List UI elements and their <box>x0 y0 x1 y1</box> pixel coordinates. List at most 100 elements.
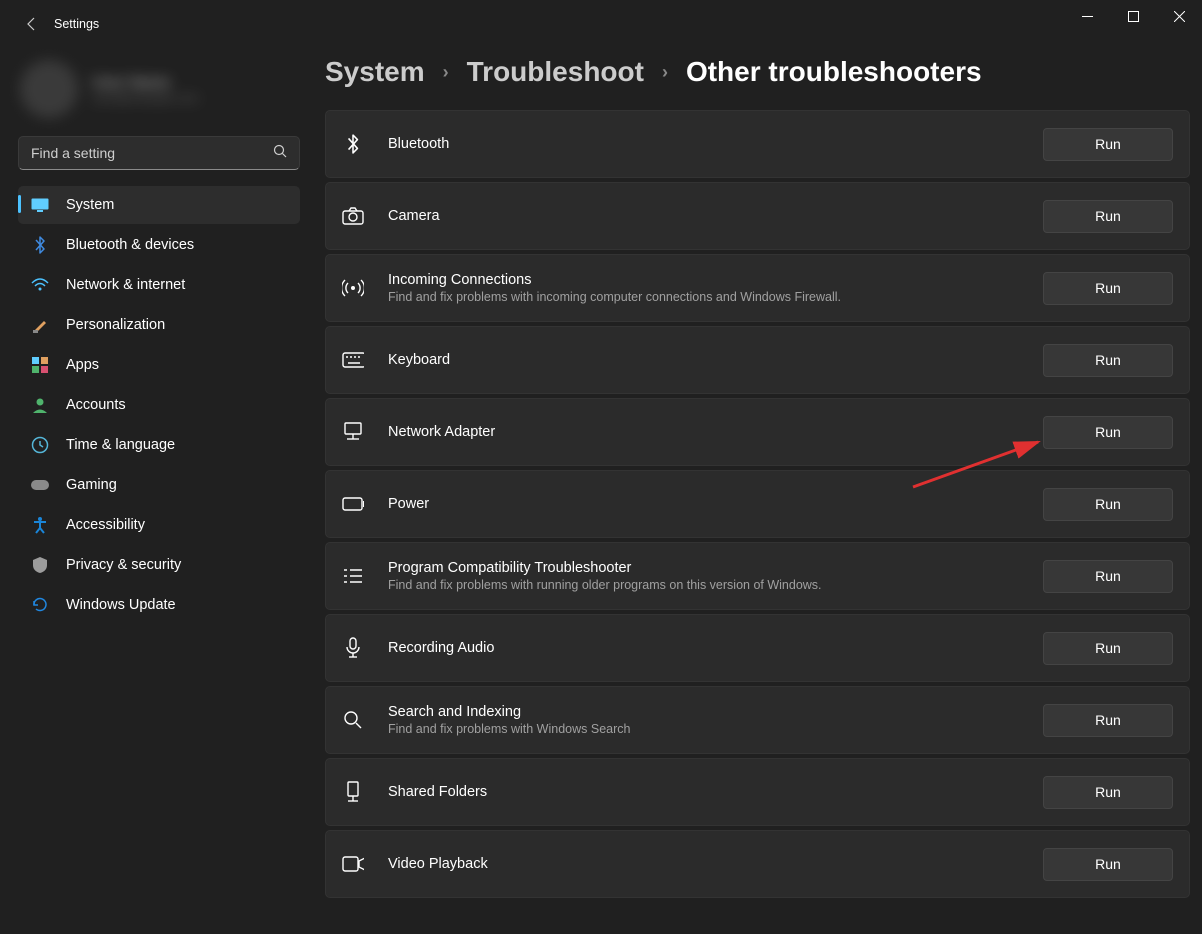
bluetooth-icon <box>30 235 50 255</box>
search-input[interactable] <box>18 136 300 170</box>
breadcrumb-system[interactable]: System <box>325 56 425 88</box>
run-button[interactable]: Run <box>1043 416 1173 449</box>
close-icon <box>1174 11 1185 22</box>
main-content: System › Troubleshoot › Other troublesho… <box>325 48 1190 934</box>
nav-list: System Bluetooth & devices Network & inter… <box>18 186 300 624</box>
nav-item-personalization[interactable]: Personalization <box>18 306 300 344</box>
camera-icon <box>342 205 364 227</box>
nav-label: Apps <box>66 357 99 373</box>
nav-label: Privacy & security <box>66 557 181 573</box>
troubleshooter-card: Search and Indexing Find and fix problems… <box>325 686 1190 754</box>
apps-icon <box>30 355 50 375</box>
network-icon <box>342 421 364 443</box>
accessibility-icon <box>30 515 50 535</box>
nav-item-network-internet[interactable]: Network & internet <box>18 266 300 304</box>
card-title: Search and Indexing <box>388 704 1043 720</box>
troubleshooter-card: BluetoothRun <box>325 110 1190 178</box>
nav-item-windows-update[interactable]: Windows Update <box>18 586 300 624</box>
window-title: Settings <box>54 17 99 31</box>
card-title: Camera <box>388 208 1043 224</box>
troubleshooter-card: PowerRun <box>325 470 1190 538</box>
troubleshooter-card: Recording AudioRun <box>325 614 1190 682</box>
clock-icon <box>30 435 50 455</box>
nav-item-privacy-security[interactable]: Privacy & security <box>18 546 300 584</box>
troubleshooter-list: BluetoothRunCameraRunIncoming Connection… <box>325 110 1190 898</box>
run-button[interactable]: Run <box>1043 488 1173 521</box>
mic-icon <box>342 637 364 659</box>
troubleshooter-card: Program Compatibility Troubleshooter Find… <box>325 542 1190 610</box>
update-icon <box>30 595 50 615</box>
brush-icon <box>30 315 50 335</box>
breadcrumb: System › Troubleshoot › Other troublesho… <box>325 56 1190 88</box>
profile-name: User Name <box>92 74 199 91</box>
run-button[interactable]: Run <box>1043 632 1173 665</box>
minimize-icon <box>1082 11 1093 22</box>
video-icon <box>342 853 364 875</box>
minimize-button[interactable] <box>1064 0 1110 32</box>
troubleshooter-card: Video PlaybackRun <box>325 830 1190 898</box>
card-description: Find and fix problems with incoming comp… <box>388 290 1043 304</box>
power-icon <box>342 493 364 515</box>
profile-block[interactable]: User Name user@example.com <box>8 48 310 130</box>
card-title: Recording Audio <box>388 640 1043 656</box>
card-title: Video Playback <box>388 856 1043 872</box>
maximize-button[interactable] <box>1110 0 1156 32</box>
card-title: Power <box>388 496 1043 512</box>
card-title: Network Adapter <box>388 424 1043 440</box>
list-icon <box>342 565 364 587</box>
nav-label: Time & language <box>66 437 175 453</box>
chevron-right-icon: › <box>443 62 449 83</box>
run-button[interactable]: Run <box>1043 560 1173 593</box>
run-button[interactable]: Run <box>1043 128 1173 161</box>
nav-label: Accessibility <box>66 517 145 533</box>
nav-label: Windows Update <box>66 597 176 613</box>
run-button[interactable]: Run <box>1043 200 1173 233</box>
nav-item-gaming[interactable]: Gaming <box>18 466 300 504</box>
troubleshooter-card: Shared FoldersRun <box>325 758 1190 826</box>
nav-label: System <box>66 197 114 213</box>
breadcrumb-troubleshoot[interactable]: Troubleshoot <box>467 56 644 88</box>
run-button[interactable]: Run <box>1043 776 1173 809</box>
chevron-right-icon: › <box>662 62 668 83</box>
run-button[interactable]: Run <box>1043 848 1173 881</box>
run-button[interactable]: Run <box>1043 704 1173 737</box>
troubleshooter-card: Incoming ConnectionsFind and fix problem… <box>325 254 1190 322</box>
back-button[interactable] <box>12 4 52 44</box>
broadcast-icon <box>342 277 364 299</box>
bluetooth-icon <box>342 133 364 155</box>
close-button[interactable] <box>1156 0 1202 32</box>
shield-icon <box>30 555 50 575</box>
search-icon <box>273 144 288 159</box>
person-icon <box>30 395 50 415</box>
card-description: Find and fix problems with running older… <box>388 578 1043 592</box>
run-button[interactable]: Run <box>1043 272 1173 305</box>
nav-item-system[interactable]: System <box>18 186 300 224</box>
titlebar: Settings <box>0 0 1202 48</box>
sidebar: User Name user@example.com System Bluetoo… <box>0 48 310 626</box>
nav-label: Bluetooth & devices <box>66 237 194 253</box>
gamepad-icon <box>30 475 50 495</box>
nav-item-accounts[interactable]: Accounts <box>18 386 300 424</box>
run-button[interactable]: Run <box>1043 344 1173 377</box>
card-description: Find and fix problems with Windows Searc… <box>388 722 1043 736</box>
maximize-icon <box>1128 11 1139 22</box>
nav-item-time-language[interactable]: Time & language <box>18 426 300 464</box>
share-icon <box>342 781 364 803</box>
profile-email: user@example.com <box>92 91 199 105</box>
avatar <box>20 60 78 118</box>
nav-item-apps[interactable]: Apps <box>18 346 300 384</box>
card-title: Shared Folders <box>388 784 1043 800</box>
nav-label: Accounts <box>66 397 126 413</box>
nav-item-bluetooth-devices[interactable]: Bluetooth & devices <box>18 226 300 264</box>
nav-item-accessibility[interactable]: Accessibility <box>18 506 300 544</box>
nav-label: Gaming <box>66 477 117 493</box>
breadcrumb-current: Other troubleshooters <box>686 56 982 88</box>
card-title: Keyboard <box>388 352 1043 368</box>
card-title: Program Compatibility Troubleshooter <box>388 560 1043 576</box>
nav-label: Personalization <box>66 317 165 333</box>
troubleshooter-card: KeyboardRun <box>325 326 1190 394</box>
troubleshooter-card: Network AdapterRun <box>325 398 1190 466</box>
search-icon <box>342 709 364 731</box>
card-title: Bluetooth <box>388 136 1043 152</box>
troubleshooter-card: CameraRun <box>325 182 1190 250</box>
